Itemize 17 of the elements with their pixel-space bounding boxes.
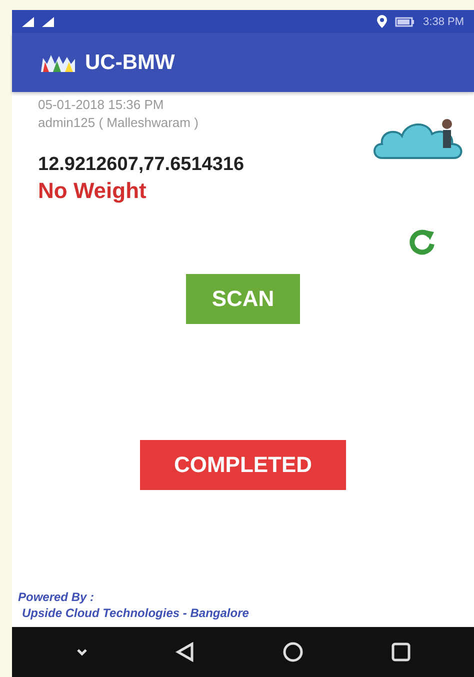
- company-name: Upside Cloud Technologies - Bangalore: [21, 605, 250, 621]
- session-datetime: 05-01-2018 15:36 PM: [38, 96, 165, 114]
- back-icon[interactable]: [174, 642, 194, 662]
- powered-by: Powered By :: [18, 589, 96, 605]
- battery-icon: [395, 16, 416, 26]
- status-time: 3:38 PM: [423, 16, 464, 28]
- weight-status: No Weight: [38, 178, 148, 204]
- refresh-icon[interactable]: [408, 228, 436, 256]
- scan-button[interactable]: SCAN: [186, 274, 300, 324]
- chevron-down-icon[interactable]: [76, 648, 88, 656]
- recents-icon[interactable]: [390, 642, 410, 662]
- completed-button[interactable]: COMPLETED: [140, 440, 346, 490]
- session-user: admin125 ( Malleshwaram ): [38, 114, 198, 132]
- home-icon[interactable]: [282, 641, 304, 663]
- location-icon: [377, 15, 388, 28]
- coordinates: 12.9212607,77.6514316: [38, 154, 246, 176]
- app-title: UC-BMW: [85, 50, 175, 74]
